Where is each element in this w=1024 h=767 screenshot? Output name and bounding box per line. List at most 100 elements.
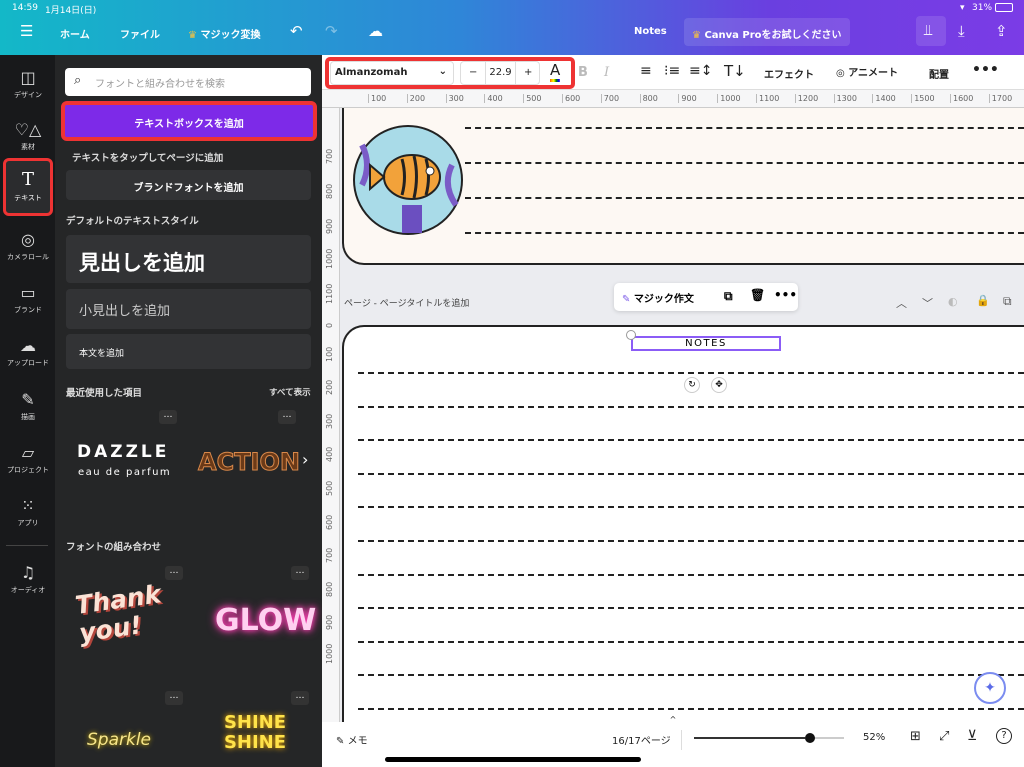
align-center-icon[interactable]: ≡ xyxy=(640,63,652,79)
page-15[interactable] xyxy=(342,108,1024,265)
download-icon[interactable]: ⊻ xyxy=(967,728,977,744)
zoom-slider-knob[interactable] xyxy=(805,733,816,743)
chevron-right-icon[interactable]: › xyxy=(302,450,308,469)
share-icon[interactable]: ⇪ xyxy=(995,22,1008,40)
writing-line xyxy=(358,472,1024,475)
text-icon: T xyxy=(21,169,34,190)
ruler-tick: 100 xyxy=(325,346,334,362)
font-size-stepper[interactable]: − 22.9 + xyxy=(460,61,540,85)
font-search-input[interactable]: ⌕ フォントと組み合わせを検索 xyxy=(65,68,311,96)
add-page-icon[interactable]: ⧉ xyxy=(1003,294,1012,309)
writing-line xyxy=(465,197,1024,199)
glow-template[interactable]: GLOW xyxy=(215,603,316,638)
magic-write-button[interactable]: ✎ マジック作文 xyxy=(622,290,694,305)
thank-you-template[interactable]: Thank you! xyxy=(73,578,181,647)
bold-icon[interactable]: B xyxy=(578,65,588,80)
file-button[interactable]: ファイル xyxy=(120,26,160,41)
writing-line xyxy=(465,232,1024,234)
writing-line xyxy=(358,607,1024,610)
add-body-button[interactable]: 本文を追加 xyxy=(66,334,311,369)
redo-icon[interactable]: ↷ xyxy=(325,22,338,40)
rotate-icon[interactable]: ↻ xyxy=(684,377,700,393)
add-brand-font-button[interactable]: ブランドフォントを追加 xyxy=(66,170,311,200)
rail-elements[interactable]: ♡△ 素材 xyxy=(3,112,53,162)
page-indicator[interactable]: 16/17ページ xyxy=(612,732,671,747)
ruler-tick: 400 xyxy=(325,447,334,463)
notes-button[interactable]: ✎ メモ xyxy=(336,732,368,747)
resize-handle[interactable] xyxy=(626,330,636,340)
rail-draw[interactable]: ✎ 描画 xyxy=(3,382,53,432)
ruler-tick: 1600 xyxy=(950,94,973,103)
page-up-icon[interactable]: ︿ xyxy=(896,295,907,311)
rail-apps[interactable]: ⁙ アプリ xyxy=(3,488,53,538)
rail-text[interactable]: T テキスト xyxy=(3,158,53,216)
animate-button[interactable]: ◎ アニメート xyxy=(836,64,898,79)
ruler-tick: 800 xyxy=(325,581,334,597)
home-button[interactable]: ホーム xyxy=(60,26,90,41)
shine-template[interactable]: SHINE SHINE xyxy=(215,713,295,753)
rail-camera-roll[interactable]: ◎ カメラロール xyxy=(3,222,53,272)
upload-icon: ☁ xyxy=(20,336,36,355)
more-icon[interactable]: ••• xyxy=(972,62,999,78)
page-title[interactable]: ページ - ページタイトルを追加 xyxy=(344,296,469,309)
more-icon[interactable]: … xyxy=(165,691,183,705)
more-icon[interactable]: … xyxy=(159,410,177,424)
add-subheading-button[interactable]: 小見出しを追加 xyxy=(66,289,311,329)
magic-assistant-icon[interactable]: ✦ xyxy=(974,672,1006,704)
move-icon[interactable]: ✥ xyxy=(711,377,727,393)
menu-icon[interactable]: ☰ xyxy=(20,22,33,40)
chevron-down-icon: ⌄ xyxy=(438,66,447,77)
page-down-icon[interactable]: ﹀ xyxy=(922,295,933,311)
font-family-dropdown[interactable]: Almanzomah ⌄ xyxy=(330,61,454,85)
spacing-icon[interactable]: ≡↕ xyxy=(689,63,712,79)
undo-icon[interactable]: ↶ xyxy=(290,22,303,40)
position-button[interactable]: 配置 xyxy=(929,66,949,81)
lock-icon[interactable]: 🔒 xyxy=(976,294,990,307)
increase-size-button[interactable]: + xyxy=(524,67,532,78)
list-icon[interactable]: ⁝≡ xyxy=(664,63,680,79)
help-icon[interactable]: ? xyxy=(996,728,1012,744)
sparkle-template[interactable]: Sparkle xyxy=(87,730,151,750)
text-direction-icon[interactable]: T↓ xyxy=(724,62,746,80)
dazzle-template[interactable]: DAZZLE xyxy=(77,442,169,462)
writing-line xyxy=(358,405,1024,408)
magic-switch-button[interactable]: ♛ マジック変換 xyxy=(188,26,260,41)
add-heading-button[interactable]: 見出しを追加 xyxy=(66,235,311,283)
insights-icon[interactable]: ⫫ xyxy=(916,16,946,46)
zoom-slider[interactable] xyxy=(694,733,844,743)
fullscreen-icon[interactable]: ⤢ xyxy=(939,729,949,744)
more-icon[interactable]: ••• xyxy=(774,288,797,302)
rail-projects[interactable]: ▱ プロジェクト xyxy=(3,435,53,485)
hide-page-icon[interactable]: ◐ xyxy=(948,295,958,308)
ruler-tick: 1000 xyxy=(325,248,334,269)
download-icon[interactable]: ⤓ xyxy=(958,22,965,40)
more-icon[interactable]: … xyxy=(291,691,309,705)
decrease-size-button[interactable]: − xyxy=(469,67,477,78)
cloud-sync-icon[interactable]: ☁ xyxy=(368,22,383,40)
action-template[interactable]: ACTION xyxy=(198,448,301,477)
add-textbox-button[interactable]: テキストボックスを追加 xyxy=(61,101,317,141)
font-size-input[interactable]: 22.9 xyxy=(485,62,516,84)
rail-audio[interactable]: ♫ オーディオ xyxy=(3,555,53,605)
text-color-icon[interactable]: A xyxy=(550,61,561,82)
zoom-level[interactable]: 52% xyxy=(863,732,885,743)
rail-label: オーディオ xyxy=(10,586,46,594)
more-icon[interactable]: … xyxy=(278,410,296,424)
writing-line xyxy=(358,674,1024,677)
canva-pro-button[interactable]: ♛ Canva Proをお試しください xyxy=(684,18,850,46)
rail-upload[interactable]: ☁ アップロード xyxy=(3,328,53,378)
duplicate-icon[interactable]: ⧉ xyxy=(724,289,733,304)
effects-button[interactable]: エフェクト xyxy=(764,66,814,81)
rail-design[interactable]: ◫ デザイン xyxy=(3,60,53,110)
notes-textbox[interactable]: NOTES xyxy=(631,336,781,351)
chevron-up-icon[interactable]: ^ xyxy=(652,715,694,724)
page-16[interactable]: NOTES ↻ ✥ xyxy=(342,325,1024,725)
more-icon[interactable]: … xyxy=(291,566,309,580)
fish-illustration xyxy=(353,125,463,235)
italic-icon[interactable]: I xyxy=(604,65,609,80)
rail-brand[interactable]: ▭ ブランド xyxy=(3,275,53,325)
trash-icon[interactable]: 🗑 xyxy=(750,288,765,302)
see-all-link[interactable]: すべて表示 xyxy=(269,386,311,398)
grid-view-icon[interactable]: ⊞ xyxy=(910,729,921,744)
design-title[interactable]: Notes xyxy=(634,26,667,37)
